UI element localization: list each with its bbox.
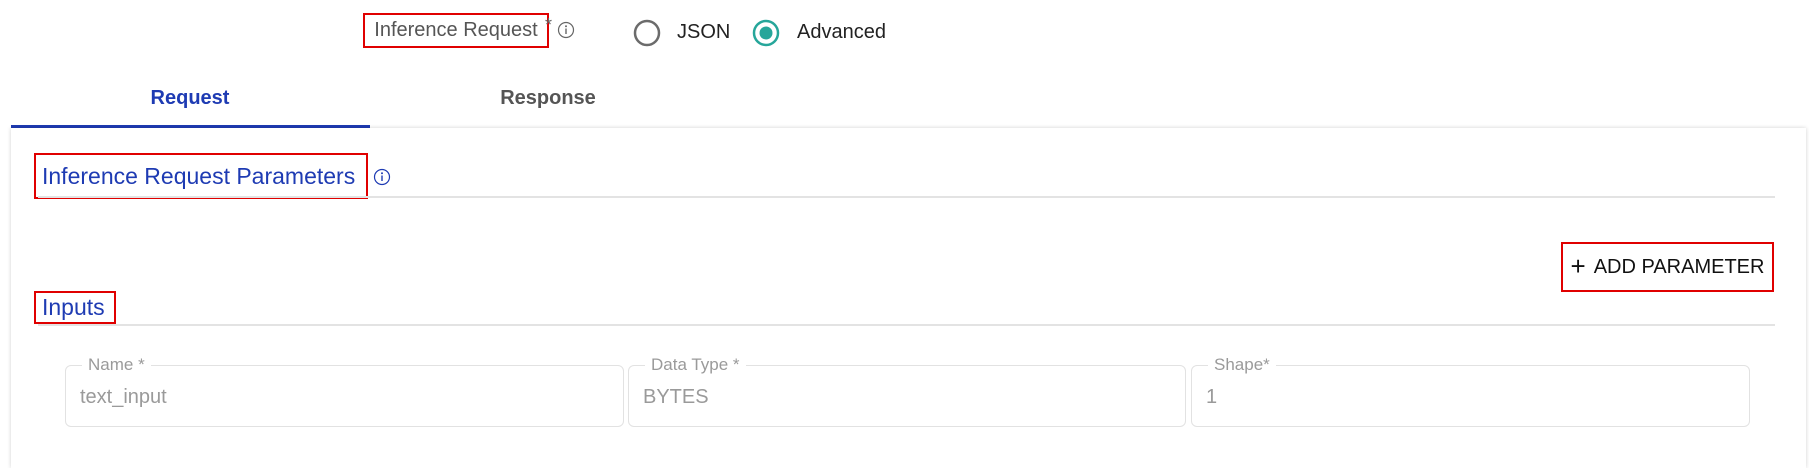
data-type-field-value[interactable]: BYTES [643, 386, 709, 409]
parameters-divider [38, 196, 1775, 198]
data-type-field[interactable]: Data Type * BYTES [628, 356, 1186, 427]
inference-request-label: Inference Request [363, 13, 549, 48]
info-icon[interactable] [373, 168, 391, 186]
inputs-divider [38, 324, 1775, 326]
required-asterisk: * [545, 15, 553, 35]
add-parameter-button[interactable]: + ADD PARAMETER [1561, 242, 1774, 292]
shape-field[interactable]: Shape* 1 [1191, 356, 1750, 427]
name-field[interactable]: Name * text_input [65, 356, 624, 427]
name-field-label: Name * [82, 356, 151, 374]
shape-field-label: Shape* [1208, 356, 1276, 374]
tab-response[interactable]: Response [370, 87, 726, 110]
data-type-field-label: Data Type * [645, 356, 746, 374]
parameters-title-text: Inference Request Parameters [42, 162, 356, 189]
shape-field-value[interactable]: 1 [1206, 386, 1217, 409]
inputs-section-title: Inputs [34, 291, 116, 324]
parameters-section-title: Inference Request Parameters [34, 153, 368, 199]
json-radio[interactable] [633, 19, 661, 47]
plus-icon: + [1570, 250, 1586, 281]
advanced-radio-label[interactable]: Advanced [797, 21, 886, 44]
inference-request-label-text: Inference Request [374, 19, 538, 41]
tab-request[interactable]: Request [12, 87, 368, 110]
name-field-value[interactable]: text_input [80, 386, 167, 409]
add-parameter-label: ADD PARAMETER [1593, 255, 1765, 278]
json-radio-label[interactable]: JSON [677, 21, 730, 44]
advanced-radio[interactable] [752, 19, 780, 47]
info-icon[interactable] [557, 21, 575, 39]
inputs-title-text: Inputs [42, 294, 105, 320]
